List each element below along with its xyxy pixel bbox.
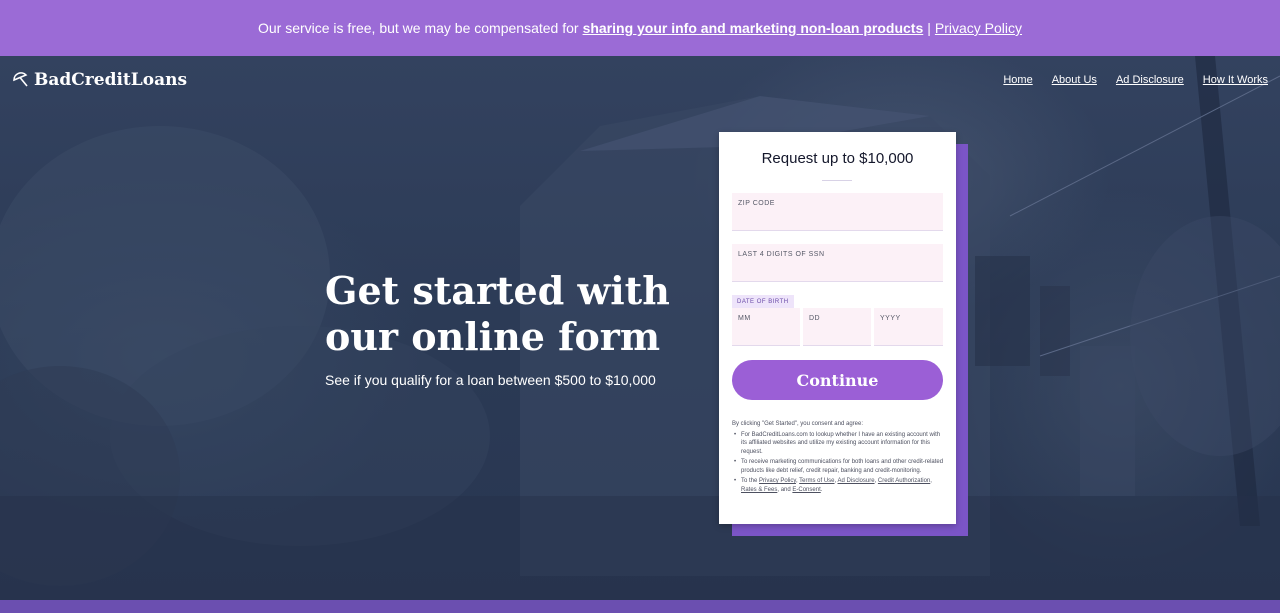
- consent-credit-authorization-link[interactable]: Credit Authorization: [878, 478, 930, 484]
- consent-comma: ,: [777, 486, 780, 493]
- consent-item3-prefix: To the: [741, 478, 758, 484]
- ssn-last4-field[interactable]: LAST 4 DIGITS OF SSN: [732, 244, 943, 282]
- consent-item: For BadCreditLoans.com to lookup whether…: [734, 431, 944, 457]
- dob-day-placeholder: DD: [809, 315, 821, 322]
- hero-section: BadCreditLoans Home About Us Ad Disclosu…: [0, 56, 1280, 600]
- umbrella-icon: [13, 72, 28, 87]
- consent-intro: By clicking "Get Started", you consent a…: [732, 421, 863, 427]
- consent-item: To receive marketing communications for …: [734, 458, 944, 475]
- form-title-divider: [822, 180, 852, 181]
- consent-list: For BadCreditLoans.com to lookup whether…: [732, 431, 944, 495]
- date-of-birth-label: DATE OF BIRTH: [732, 295, 794, 309]
- banner-text: Our service is free, but we may be compe…: [257, 20, 579, 36]
- hero-title: Get started with our online form: [325, 268, 670, 359]
- consent-rates-fees-link[interactable]: Rates & Fees: [741, 487, 777, 493]
- consent-ad-disclosure-link[interactable]: Ad Disclosure: [838, 478, 875, 484]
- dob-month-placeholder: MM: [738, 315, 751, 322]
- loan-request-form: Request up to $10,000 ZIP CODE LAST 4 DI…: [719, 132, 956, 524]
- consent-and: and: [780, 486, 791, 493]
- consent-comma: ,: [930, 478, 932, 484]
- consent-comma: ,: [834, 478, 837, 484]
- brand-logo[interactable]: BadCreditLoans: [12, 70, 187, 90]
- consent-terms-link[interactable]: Terms of Use: [799, 478, 834, 484]
- consent-comma: ,: [874, 478, 877, 484]
- nav-ad-disclosure[interactable]: Ad Disclosure: [1116, 74, 1184, 86]
- marketing-disclosure-link[interactable]: sharing your info and marketing non-loan…: [583, 20, 924, 36]
- nav-home[interactable]: Home: [1003, 74, 1032, 86]
- nav-about-us[interactable]: About Us: [1052, 74, 1097, 86]
- consent-e-consent-link[interactable]: E-Consent: [792, 487, 820, 493]
- dob-year-field[interactable]: YYYY: [874, 308, 943, 346]
- form-title: Request up to $10,000: [761, 150, 914, 167]
- hero-subtitle: See if you qualify for a loan between $5…: [325, 372, 656, 388]
- dob-month-field[interactable]: MM: [732, 308, 800, 346]
- consent-period: .: [820, 486, 823, 493]
- continue-button[interactable]: Continue: [732, 360, 943, 400]
- zip-code-label: ZIP CODE: [738, 200, 775, 207]
- banner-separator: |: [927, 20, 931, 36]
- ssn-label: LAST 4 DIGITS OF SSN: [738, 251, 825, 258]
- dob-day-field[interactable]: DD: [803, 308, 871, 346]
- nav-how-it-works[interactable]: How It Works: [1203, 74, 1268, 86]
- consent-comma: ,: [795, 478, 798, 484]
- consent-text: By clicking "Get Started", you consent a…: [732, 420, 944, 496]
- brand-name: BadCreditLoans: [34, 70, 188, 90]
- bottom-accent-strip: [0, 600, 1280, 613]
- zip-code-field[interactable]: ZIP CODE: [732, 193, 943, 231]
- dob-year-placeholder: YYYY: [880, 315, 901, 322]
- main-nav: Home About Us Ad Disclosure How It Works: [1003, 74, 1268, 86]
- consent-privacy-link[interactable]: Privacy Policy: [759, 478, 796, 484]
- consent-item-links: To the Privacy Policy, Terms of Use, Ad …: [734, 477, 944, 494]
- top-banner: Our service is free, but we may be compe…: [0, 0, 1280, 56]
- banner-privacy-link[interactable]: Privacy Policy: [935, 20, 1022, 36]
